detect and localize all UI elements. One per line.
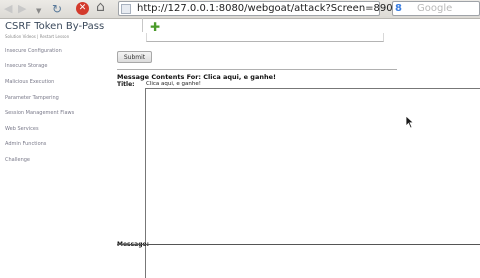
back-arrow-icon[interactable]: ◀ xyxy=(4,2,12,16)
message-contents-heading: Message Contents For: Clica aqui, e ganh… xyxy=(117,73,276,81)
site-identity-icon[interactable] xyxy=(121,4,131,14)
google-icon[interactable]: 8 xyxy=(395,3,406,14)
title-value: Clica aqui, e ganhe! xyxy=(146,81,201,87)
lesson-header: CSRF Token By-Pass xyxy=(0,19,480,34)
page-title: CSRF Token By-Pass xyxy=(5,21,105,32)
sidebar-item-session-management[interactable]: Session Management Flaws xyxy=(5,110,74,117)
url-text[interactable]: http://127.0.0.1:8080/webgoat/attack?Scr… xyxy=(137,2,402,15)
title-label: Title: xyxy=(117,81,135,88)
history-dropdown-icon[interactable]: ▼ xyxy=(36,4,41,18)
stop-icon[interactable]: ✕ xyxy=(76,2,89,15)
home-icon[interactable]: ⌂ xyxy=(96,0,105,14)
lesson-sidebar: Insecure Configuration Insecure Storage … xyxy=(0,44,105,270)
search-bar[interactable]: 8 Google xyxy=(392,1,480,16)
sidebar-item-web-services[interactable]: Web Services xyxy=(5,126,39,133)
mouse-pointer-icon xyxy=(405,115,414,129)
sidebar-item-insecure-configuration[interactable]: Insecure Configuration xyxy=(5,48,62,55)
lesson-toolbar-field xyxy=(146,33,384,42)
sidebar-item-malicious-execution[interactable]: Malicious Execution xyxy=(5,79,54,86)
submit-button[interactable]: Submit xyxy=(117,51,152,63)
divider xyxy=(117,69,397,70)
message-divider xyxy=(117,244,480,245)
sidebar-item-insecure-storage[interactable]: Insecure Storage xyxy=(5,63,47,70)
forward-arrow-icon[interactable]: ▶ xyxy=(18,2,26,16)
puzzle-piece-icon[interactable]: ✚ xyxy=(150,20,160,34)
browser-toolbar: ◀ ▶ ▼ ↻ ✕ ⌂ http://127.0.0.1:8080/webgoa… xyxy=(0,0,480,19)
address-bar[interactable]: http://127.0.0.1:8080/webgoat/attack?Scr… xyxy=(118,1,402,16)
sidebar-item-parameter-tampering[interactable]: Parameter Tampering xyxy=(5,95,59,102)
lesson-links[interactable]: Solution Videos | Restart Lesson xyxy=(5,34,69,39)
header-divider xyxy=(142,18,143,32)
message-display-area xyxy=(145,88,480,278)
sidebar-item-admin-functions[interactable]: Admin Functions xyxy=(5,141,46,148)
reload-icon[interactable]: ↻ xyxy=(52,2,62,16)
sidebar-item-challenge[interactable]: Challenge xyxy=(5,157,30,164)
search-input[interactable]: Google xyxy=(417,2,452,15)
